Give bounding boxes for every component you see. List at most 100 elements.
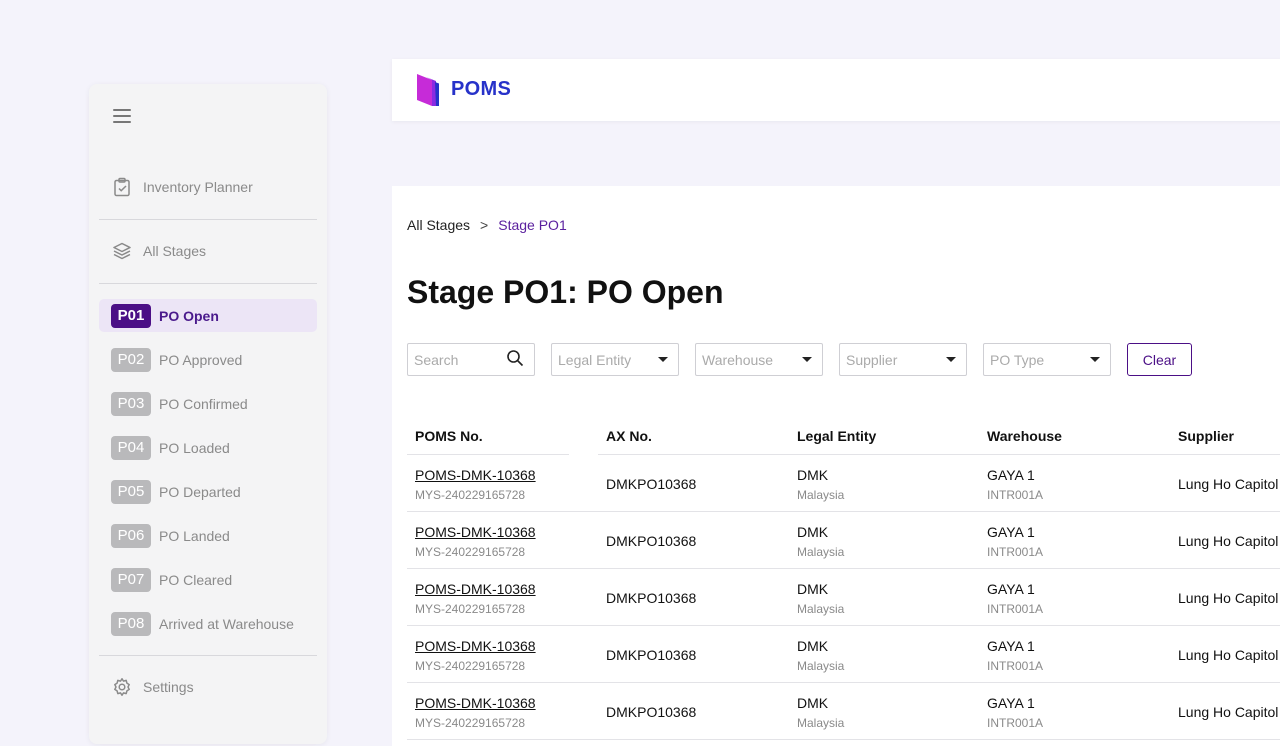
nav-all-stages[interactable]: All Stages (99, 234, 317, 268)
stage-label: PO Landed (159, 527, 230, 544)
poms-sub: MYS-240229165728 (415, 602, 526, 616)
warehouse-code: INTR001A (987, 545, 1044, 559)
entity-name: DMK (797, 638, 829, 654)
nav-all-stages-label: All Stages (143, 243, 207, 259)
poms-sub: MYS-240229165728 (415, 716, 526, 730)
column-header: Warehouse (987, 428, 1062, 444)
ax-no-cell: DMKPO10368 (606, 476, 697, 492)
nav-settings[interactable]: Settings (99, 670, 317, 704)
supplier-select[interactable]: Supplier (839, 343, 967, 376)
stage-code-badge: P07 (111, 567, 151, 592)
stage-label: PO Open (159, 307, 219, 324)
stage-item-p03[interactable]: P03 PO Confirmed (99, 387, 317, 420)
warehouse-name: GAYA 1 (987, 638, 1035, 654)
poms-sub: MYS-240229165728 (415, 488, 526, 502)
ax-no-cell: DMKPO10368 (606, 647, 697, 663)
entity-name: DMK (797, 695, 829, 711)
nav-inventory-planner-label: Inventory Planner (143, 179, 253, 195)
breadcrumb-current[interactable]: Stage PO1 (498, 217, 567, 233)
stage-item-p07[interactable]: P07 PO Cleared (99, 563, 317, 596)
table-row[interactable]: POMS-DMK-10368 MYS-240229165728 DMKPO103… (407, 683, 1280, 740)
table-row[interactable]: POMS-DMK-10368 MYS-240229165728 DMKPO103… (407, 455, 1280, 512)
breadcrumb-separator: > (480, 217, 489, 233)
warehouse-placeholder: Warehouse (702, 351, 774, 368)
warehouse-name: GAYA 1 (987, 524, 1035, 540)
breadcrumb-all-stages[interactable]: All Stages (407, 217, 470, 233)
stage-label: PO Loaded (159, 439, 230, 456)
column-header: Supplier (1178, 428, 1235, 444)
stage-item-p05[interactable]: P05 PO Departed (99, 475, 317, 508)
entity-name: DMK (797, 581, 829, 597)
entity-country: Malaysia (797, 545, 845, 559)
entity-country: Malaysia (797, 716, 845, 730)
table-row[interactable]: POMS-DMK-10368 MYS-240229165728 DMKPO103… (407, 569, 1280, 626)
poms-no-link[interactable]: POMS-DMK-10368 (415, 524, 536, 540)
main-panel: All Stages > Stage PO1 Stage PO1: PO Ope… (392, 186, 1280, 746)
stage-label: PO Cleared (159, 571, 233, 588)
ax-no-cell: DMKPO10368 (606, 704, 697, 720)
table-row[interactable]: POMS-DMK-10368 MYS-240229165728 DMKPO103… (407, 626, 1280, 683)
clear-button[interactable]: Clear (1127, 343, 1192, 376)
supplier-placeholder: Supplier (846, 351, 898, 368)
warehouse-code: INTR001A (987, 488, 1044, 502)
top-bar: POMS (392, 59, 1280, 121)
entity-name: DMK (797, 524, 829, 540)
chevron-down-icon (802, 357, 812, 362)
warehouse-name: GAYA 1 (987, 695, 1035, 711)
poms-sub: MYS-240229165728 (415, 659, 526, 673)
chevron-down-icon (658, 357, 668, 362)
stage-code-badge: P08 (111, 611, 151, 636)
stage-item-p06[interactable]: P06 PO Landed (99, 519, 317, 552)
po-type-placeholder: PO Type (990, 351, 1045, 368)
search-input[interactable]: Search (407, 343, 535, 376)
supplier-cell: Lung Ho Capitol (1178, 704, 1279, 720)
stage-code-badge: P02 (111, 347, 151, 372)
nav-inventory-planner[interactable]: Inventory Planner (99, 170, 317, 204)
entity-country: Malaysia (797, 602, 845, 616)
table-row[interactable]: POMS-DMK-10368 MYS-240229165728 DMKPO103… (407, 512, 1280, 569)
ax-no-cell: DMKPO10368 (606, 590, 697, 606)
supplier-cell: Lung Ho Capitol (1178, 476, 1279, 492)
poms-no-link[interactable]: POMS-DMK-10368 (415, 695, 536, 711)
warehouse-name: GAYA 1 (987, 581, 1035, 597)
poms-sub: MYS-240229165728 (415, 545, 526, 559)
stage-item-p08[interactable]: P08 Arrived at Warehouse (99, 607, 317, 640)
brand-name: POMS (451, 78, 512, 100)
poms-no-link[interactable]: POMS-DMK-10368 (415, 638, 536, 654)
supplier-cell: Lung Ho Capitol (1178, 590, 1279, 606)
warehouse-select[interactable]: Warehouse (695, 343, 823, 376)
stage-item-p01[interactable]: P01 PO Open (99, 299, 317, 332)
column-header: POMS No. (415, 428, 483, 444)
warehouse-code: INTR001A (987, 716, 1044, 730)
supplier-cell: Lung Ho Capitol (1178, 647, 1279, 663)
supplier-cell: Lung Ho Capitol (1178, 533, 1279, 549)
hamburger-icon[interactable] (113, 106, 133, 126)
clipboard-check-icon (111, 176, 133, 198)
nav-settings-label: Settings (143, 679, 194, 695)
warehouse-code: INTR001A (987, 602, 1044, 616)
stage-code-badge: P06 (111, 523, 151, 548)
breadcrumb: All Stages > Stage PO1 (407, 217, 567, 233)
legal-entity-placeholder: Legal Entity (558, 351, 632, 368)
stage-item-p02[interactable]: P02 PO Approved (99, 343, 317, 376)
poms-no-link[interactable]: POMS-DMK-10368 (415, 581, 536, 597)
entity-country: Malaysia (797, 488, 845, 502)
gear-icon (111, 676, 133, 698)
stage-label: Arrived at Warehouse (159, 615, 294, 632)
stage-item-p04[interactable]: P04 PO Loaded (99, 431, 317, 464)
entity-country: Malaysia (797, 659, 845, 673)
divider (99, 655, 317, 656)
stage-code-badge: P05 (111, 479, 151, 504)
warehouse-name: GAYA 1 (987, 467, 1035, 483)
page-title: Stage PO1: PO Open (407, 274, 724, 310)
legal-entity-select[interactable]: Legal Entity (551, 343, 679, 376)
divider (99, 283, 317, 284)
divider (99, 219, 317, 220)
stage-label: PO Approved (159, 351, 243, 368)
layers-icon (111, 240, 133, 262)
stage-label: PO Departed (159, 483, 241, 500)
stage-code-badge: P04 (111, 435, 151, 460)
po-type-select[interactable]: PO Type (983, 343, 1111, 376)
warehouse-code: INTR001A (987, 659, 1044, 673)
poms-no-link[interactable]: POMS-DMK-10368 (415, 467, 536, 483)
